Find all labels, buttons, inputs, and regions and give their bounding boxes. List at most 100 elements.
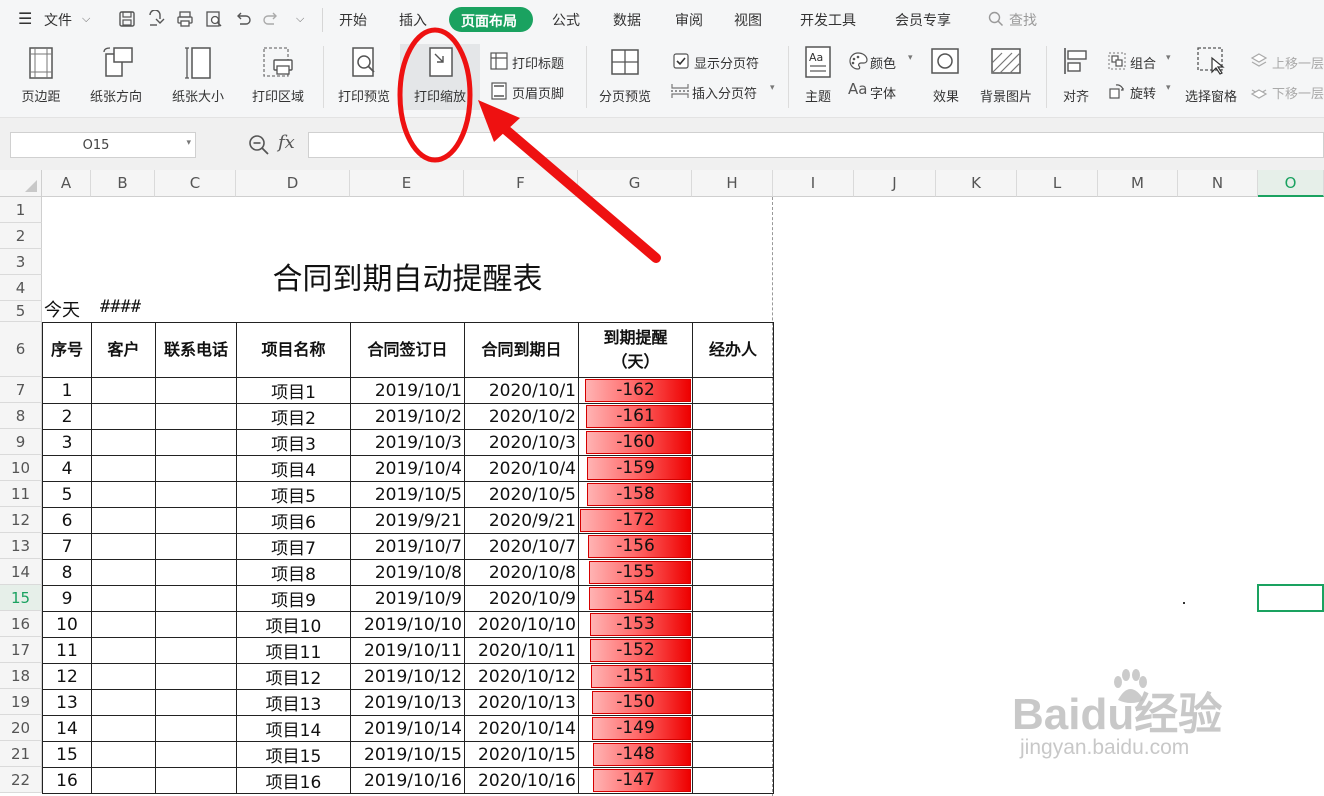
cell-seq[interactable]: 16 <box>42 767 92 794</box>
row-header[interactable]: 17 <box>0 637 42 663</box>
cell-expire-date[interactable]: 2020/10/15 <box>464 741 579 768</box>
cell-sign-date[interactable]: 2019/10/13 <box>350 689 465 716</box>
cell-project[interactable]: 项目2 <box>236 403 351 430</box>
row-header[interactable]: 6 <box>0 322 42 377</box>
cell-handler[interactable] <box>692 637 774 664</box>
hamburger-icon[interactable]: ☰ <box>18 9 32 28</box>
cell-seq[interactable]: 5 <box>42 481 92 508</box>
column-header[interactable]: H <box>692 170 773 197</box>
cell-expire-date[interactable]: 2020/10/13 <box>464 689 579 716</box>
cell-seq[interactable]: 13 <box>42 689 92 716</box>
tab-insert[interactable]: 插入 <box>399 10 427 30</box>
export-icon[interactable] <box>147 10 165 28</box>
cell-seq[interactable]: 4 <box>42 455 92 482</box>
column-header[interactable]: O <box>1258 170 1324 197</box>
header-phone[interactable]: 联系电话 <box>155 322 237 378</box>
cell-remind-days[interactable]: -154 <box>578 585 693 612</box>
cell-project[interactable]: 项目7 <box>236 533 351 560</box>
cell-project[interactable]: 项目4 <box>236 455 351 482</box>
cell-phone[interactable] <box>155 455 237 482</box>
row-header[interactable]: 4 <box>0 275 42 301</box>
cell-project[interactable]: 项目12 <box>236 663 351 690</box>
row-header[interactable]: 18 <box>0 663 42 689</box>
active-cell-selection[interactable] <box>1257 584 1324 612</box>
cell-sign-date[interactable]: 2019/10/8 <box>350 559 465 586</box>
column-header[interactable]: M <box>1098 170 1178 197</box>
row-header[interactable]: 3 <box>0 249 42 275</box>
header-customer[interactable]: 客户 <box>91 322 156 378</box>
cell-expire-date[interactable]: 2020/10/9 <box>464 585 579 612</box>
row-header[interactable]: 12 <box>0 507 42 533</box>
selection-pane-button[interactable]: 选择窗格 <box>1178 44 1244 110</box>
cell-phone[interactable] <box>155 741 237 768</box>
undo-icon[interactable] <box>234 10 252 28</box>
row-header[interactable]: 20 <box>0 715 42 741</box>
show-page-breaks-checkbox[interactable]: 显示分页符 <box>672 50 782 72</box>
select-all-corner[interactable] <box>0 170 42 197</box>
cell-seq[interactable]: 2 <box>42 403 92 430</box>
cell-project[interactable]: 项目8 <box>236 559 351 586</box>
send-backward-button[interactable]: 下移一层 <box>1250 80 1324 102</box>
cell-project[interactable]: 项目5 <box>236 481 351 508</box>
cell-handler[interactable] <box>692 455 774 482</box>
cell-sign-date[interactable]: 2019/10/5 <box>350 481 465 508</box>
cell-project[interactable]: 项目10 <box>236 611 351 638</box>
cell-sign-date[interactable]: 2019/10/3 <box>350 429 465 456</box>
tab-home[interactable]: 开始 <box>339 10 367 30</box>
cell-customer[interactable] <box>91 585 156 612</box>
cell-customer[interactable] <box>91 637 156 664</box>
cell-expire-date[interactable]: 2020/10/12 <box>464 663 579 690</box>
print-icon[interactable] <box>176 10 194 28</box>
cell-handler[interactable] <box>692 767 774 794</box>
cell-sign-date[interactable]: 2019/10/14 <box>350 715 465 742</box>
cell-seq[interactable]: 8 <box>42 559 92 586</box>
cell-sign-date[interactable]: 2019/10/12 <box>350 663 465 690</box>
cell-seq[interactable]: 10 <box>42 611 92 638</box>
today-label[interactable]: 今天 <box>44 296 80 322</box>
cell-phone[interactable] <box>155 637 237 664</box>
orientation-button[interactable]: 纸张方向 <box>78 44 154 110</box>
row-header[interactable]: 19 <box>0 689 42 715</box>
header-handler[interactable]: 经办人 <box>692 322 774 378</box>
row-header[interactable]: 11 <box>0 481 42 507</box>
cell-customer[interactable] <box>91 429 156 456</box>
cell-phone[interactable] <box>155 507 237 534</box>
print-preview-icon[interactable] <box>205 10 223 28</box>
header-sign-date[interactable]: 合同签订日 <box>350 322 465 378</box>
cell-handler[interactable] <box>692 559 774 586</box>
cell-handler[interactable] <box>692 585 774 612</box>
tab-formulas[interactable]: 公式 <box>552 10 580 30</box>
cell-remind-days[interactable]: -151 <box>578 663 693 690</box>
cell-sign-date[interactable]: 2019/10/10 <box>350 611 465 638</box>
tab-review[interactable]: 审阅 <box>675 10 703 30</box>
tab-membership[interactable]: 会员专享 <box>895 10 951 30</box>
cell-seq[interactable]: 12 <box>42 663 92 690</box>
cell-handler[interactable] <box>692 481 774 508</box>
margins-button[interactable]: 页边距 <box>8 44 74 110</box>
tab-page-layout[interactable]: 页面布局 <box>449 7 533 32</box>
column-header[interactable]: E <box>350 170 464 197</box>
column-header[interactable]: K <box>936 170 1017 197</box>
cell-project[interactable]: 项目13 <box>236 689 351 716</box>
cell-project[interactable]: 项目3 <box>236 429 351 456</box>
redo-icon[interactable] <box>262 10 280 28</box>
cell-handler[interactable] <box>692 403 774 430</box>
print-preview-button[interactable]: 打印预览 <box>330 44 398 110</box>
cell-phone[interactable] <box>155 715 237 742</box>
cell-sign-date[interactable]: 2019/10/9 <box>350 585 465 612</box>
column-header[interactable]: B <box>91 170 155 197</box>
column-header[interactable]: L <box>1017 170 1098 197</box>
cell-customer[interactable] <box>91 767 156 794</box>
cell-remind-days[interactable]: -155 <box>578 559 693 586</box>
bring-forward-button[interactable]: 上移一层 <box>1250 50 1324 72</box>
cell-phone[interactable] <box>155 377 237 404</box>
row-header[interactable]: 8 <box>0 403 42 429</box>
cell-sign-date[interactable]: 2019/10/4 <box>350 455 465 482</box>
cell-phone[interactable] <box>155 533 237 560</box>
cell-expire-date[interactable]: 2020/10/8 <box>464 559 579 586</box>
column-header[interactable]: C <box>155 170 236 197</box>
print-scale-button[interactable]: 打印缩放 <box>400 44 480 110</box>
cell-sign-date[interactable]: 2019/10/16 <box>350 767 465 794</box>
cell-sign-date[interactable]: 2019/10/1 <box>350 377 465 404</box>
row-header[interactable]: 10 <box>0 455 42 481</box>
